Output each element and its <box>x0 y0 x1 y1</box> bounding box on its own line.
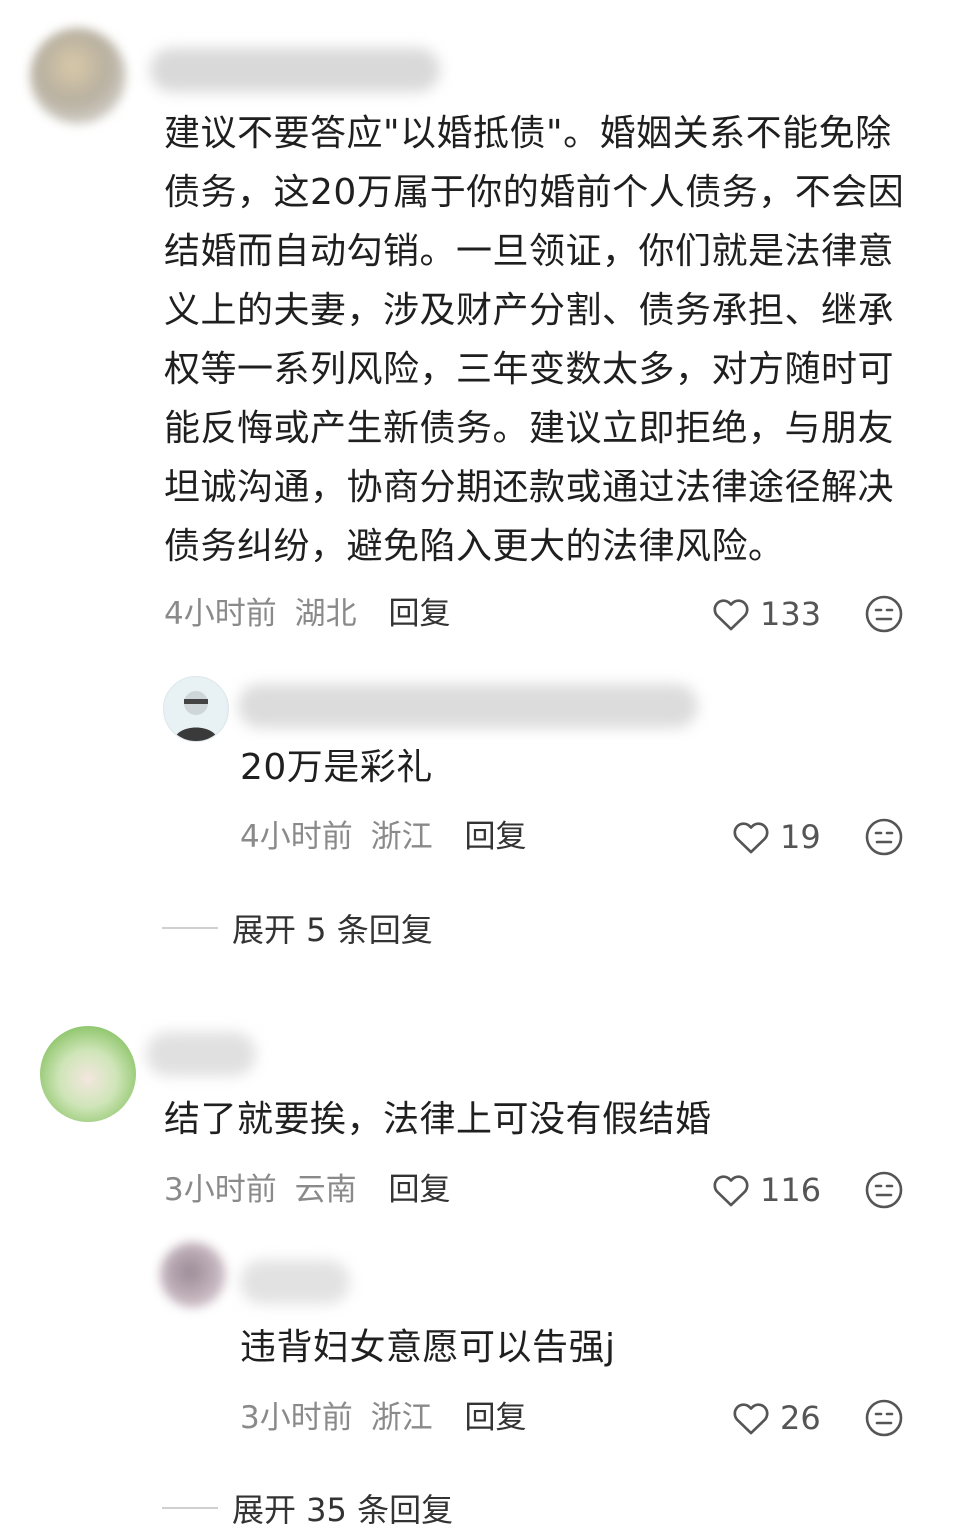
heart-icon <box>733 1403 769 1435</box>
comment-text: 建议不要答应"以婚抵债"。婚姻关系不能免除债务，这20万属于你的婚前个人债务，不… <box>164 113 905 567</box>
like-count: 133 <box>760 595 822 633</box>
like-count: 19 <box>780 818 821 856</box>
like-button[interactable]: 26 <box>732 1398 821 1438</box>
comment-meta: 4小时前 湖北 回复 <box>164 594 450 634</box>
reply-avatar[interactable] <box>160 1242 226 1308</box>
reply-meta: 4小时前 浙江 回复 <box>240 817 526 857</box>
heart-icon <box>733 822 769 854</box>
emoji-reaction-icon[interactable] <box>864 1398 904 1438</box>
expand-replies-button[interactable]: 展开 35 条回复 <box>162 1488 454 1529</box>
comment-region: 湖北 <box>294 596 357 632</box>
reply-username-blurred[interactable] <box>240 1260 350 1304</box>
reply-region: 浙江 <box>370 819 433 855</box>
comment-meta: 3小时前 云南 回复 <box>164 1170 450 1210</box>
reply-text: 20万是彩礼 <box>240 747 433 788</box>
expand-label: 展开 35 条回复 <box>232 1491 454 1529</box>
reply-time: 4小时前 <box>240 819 353 855</box>
username-blurred[interactable] <box>150 48 440 92</box>
comment-time: 3小时前 <box>164 1172 277 1208</box>
expand-label: 展开 5 条回复 <box>232 911 433 949</box>
avatar[interactable] <box>40 1026 136 1122</box>
reply-button[interactable]: 回复 <box>388 596 450 632</box>
reply-text: 违背妇女意愿可以告强j <box>240 1327 616 1368</box>
reply-meta: 3小时前 浙江 回复 <box>240 1398 526 1438</box>
reply-time: 3小时前 <box>240 1400 353 1436</box>
comment-item: 结了就要挨，法律上可没有假结婚 3小时前 云南 回复 116 违背妇女意愿可以告… <box>0 1000 960 1539</box>
like-button[interactable]: 133 <box>712 594 821 634</box>
reply-region: 浙江 <box>370 1400 433 1436</box>
like-count: 26 <box>780 1399 821 1437</box>
reply-username-blurred[interactable] <box>238 684 698 728</box>
like-count: 116 <box>760 1171 822 1209</box>
divider-line <box>162 927 218 929</box>
reply-button[interactable]: 回复 <box>464 819 526 855</box>
like-button[interactable]: 116 <box>712 1170 821 1210</box>
comment-text: 结了就要挨，法律上可没有假结婚 <box>164 1099 712 1140</box>
like-button[interactable]: 19 <box>732 817 821 857</box>
emoji-reaction-icon[interactable] <box>864 817 904 857</box>
reply-avatar[interactable] <box>163 676 229 742</box>
comment-time: 4小时前 <box>164 596 277 632</box>
reply-button[interactable]: 回复 <box>464 1400 526 1436</box>
heart-icon <box>713 599 749 631</box>
emoji-reaction-icon[interactable] <box>864 1170 904 1210</box>
username-blurred[interactable] <box>146 1032 256 1076</box>
avatar[interactable] <box>30 28 126 124</box>
person-icon <box>174 691 218 741</box>
reply-button[interactable]: 回复 <box>388 1172 450 1208</box>
expand-replies-button[interactable]: 展开 5 条回复 <box>162 908 433 949</box>
heart-icon <box>713 1175 749 1207</box>
emoji-reaction-icon[interactable] <box>864 594 904 634</box>
comment-item: 建议不要答应"以婚抵债"。婚姻关系不能免除债务，这20万属于你的婚前个人债务，不… <box>0 0 960 960</box>
comment-region: 云南 <box>294 1172 357 1208</box>
divider-line <box>162 1507 218 1509</box>
